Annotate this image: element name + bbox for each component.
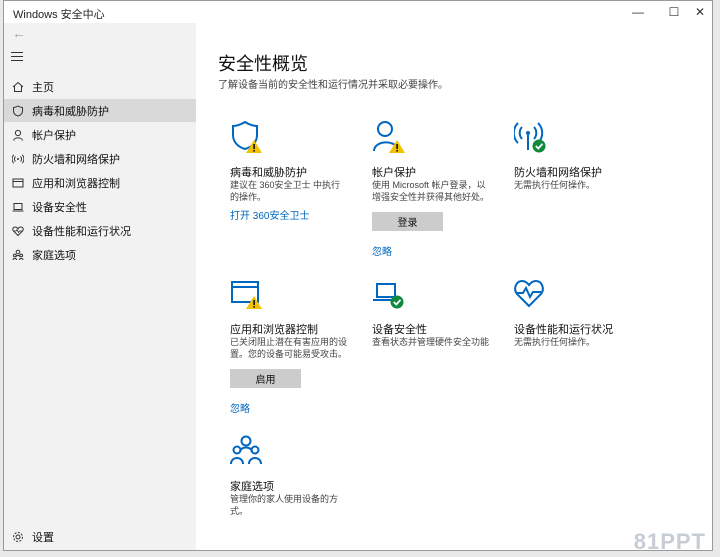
open-360-link[interactable]: 打开 360安全卫士 bbox=[230, 207, 309, 222]
maximize-button[interactable]: ☐ bbox=[660, 1, 688, 23]
sidebar-item-label: 病毒和威胁防护 bbox=[32, 105, 109, 118]
minimize-button[interactable]: — bbox=[624, 1, 652, 23]
sidebar-item-label: 主页 bbox=[32, 81, 54, 94]
tile-description: 已关闭阻止潜在有害应用的设置。您的设备可能易受攻击。 bbox=[230, 337, 348, 359]
gear-icon bbox=[12, 531, 24, 543]
watermark: 81PPT bbox=[633, 529, 706, 554]
laptop-icon bbox=[12, 201, 24, 213]
close-button[interactable]: ✕ bbox=[686, 1, 714, 23]
shield-warning-icon bbox=[230, 120, 264, 154]
tile-firewall[interactable]: 防火墙和网络保护 无需执行任何操作。 bbox=[503, 112, 638, 260]
enable-button[interactable]: 启用 bbox=[230, 369, 301, 388]
sidebar-item-virus-protection[interactable]: 病毒和威胁防护 bbox=[4, 99, 196, 122]
window-title: Windows 安全中心 bbox=[13, 9, 105, 21]
tile-title: 帐户保护 bbox=[372, 167, 416, 179]
title-bar[interactable]: Windows 安全中心 — ☐ ✕ bbox=[4, 1, 712, 23]
sidebar-item-label: 设备性能和运行状况 bbox=[32, 225, 131, 238]
laptop-ok-icon bbox=[372, 277, 406, 311]
tile-device-health[interactable]: 设备性能和运行状况 无需执行任何操作。 bbox=[503, 269, 638, 417]
page-title: 安全性概览 bbox=[218, 54, 308, 74]
sidebar-item-label: 应用和浏览器控制 bbox=[32, 177, 120, 190]
tile-description: 无需执行任何操作。 bbox=[514, 337, 596, 347]
shield-icon bbox=[12, 104, 24, 117]
dismiss-link[interactable]: 忽略 bbox=[372, 243, 392, 258]
menu-icon[interactable] bbox=[11, 52, 23, 61]
sidebar-item-label: 帐户保护 bbox=[32, 129, 76, 142]
tile-device-security[interactable]: 设备安全性 查看状态并管理硬件安全功能 bbox=[361, 269, 496, 417]
person-icon bbox=[12, 129, 24, 141]
sidebar-item-label: 家庭选项 bbox=[32, 249, 76, 262]
tile-description: 建议在 360安全卫士 中执行的操作。 bbox=[230, 180, 341, 202]
sign-in-button[interactable]: 登录 bbox=[372, 212, 443, 231]
sidebar-item-firewall[interactable]: 防火墙和网络保护 bbox=[4, 147, 196, 170]
sidebar-item-app-browser[interactable]: 应用和浏览器控制 bbox=[4, 171, 196, 194]
tile-title: 病毒和威胁防护 bbox=[230, 167, 307, 179]
browser-warning-icon bbox=[230, 277, 264, 311]
family-icon bbox=[230, 434, 264, 468]
main-content: 安全性概览 了解设备当前的安全性和运行情况并采取必要操作。 病毒和威胁防护 建议… bbox=[196, 23, 712, 550]
network-ok-icon bbox=[512, 120, 548, 154]
heart-pulse-icon bbox=[12, 225, 24, 237]
sidebar-item-device-security[interactable]: 设备安全性 bbox=[4, 195, 196, 218]
tile-title: 防火墙和网络保护 bbox=[514, 167, 602, 179]
heart-pulse-icon bbox=[514, 277, 548, 311]
sidebar-item-label: 防火墙和网络保护 bbox=[32, 153, 120, 166]
sidebar-item-label: 设置 bbox=[32, 531, 54, 544]
tile-account-protection[interactable]: 帐户保护 使用 Microsoft 帐户登录，以增强安全性并获得其他好处。 登录… bbox=[361, 112, 496, 260]
sidebar-item-label: 设备安全性 bbox=[32, 201, 87, 214]
sidebar-item-device-health[interactable]: 设备性能和运行状况 bbox=[4, 219, 196, 242]
sidebar-item-home[interactable]: 主页 bbox=[4, 75, 196, 98]
sidebar: ← 主页 病毒和威胁防护 帐户保护 防火墙和网络保护 应用和浏览器控制 设备安全… bbox=[4, 23, 196, 550]
family-icon bbox=[12, 249, 24, 261]
dismiss-link[interactable]: 忽略 bbox=[230, 400, 250, 415]
tile-title: 设备性能和运行状况 bbox=[514, 324, 613, 336]
tile-description: 查看状态并管理硬件安全功能 bbox=[372, 337, 490, 347]
tile-title: 设备安全性 bbox=[372, 324, 427, 336]
sidebar-item-family[interactable]: 家庭选项 bbox=[4, 243, 196, 266]
tile-family-options[interactable]: 家庭选项 管理你的家人使用设备的方式。 bbox=[219, 426, 354, 550]
app-window: Windows 安全中心 — ☐ ✕ ← 主页 病毒和威胁防护 帐户保护 防火墙… bbox=[3, 0, 713, 551]
page-subtitle: 了解设备当前的安全性和运行情况并采取必要操作。 bbox=[218, 80, 448, 91]
tile-description: 无需执行任何操作。 bbox=[514, 180, 596, 190]
tile-title: 家庭选项 bbox=[230, 481, 274, 493]
network-signal-icon bbox=[12, 153, 24, 165]
person-warning-icon bbox=[372, 120, 406, 154]
browser-window-icon bbox=[12, 177, 24, 189]
back-arrow-icon[interactable]: ← bbox=[12, 25, 26, 41]
sidebar-item-account-protection[interactable]: 帐户保护 bbox=[4, 123, 196, 146]
sidebar-item-settings[interactable]: 设置 bbox=[4, 525, 196, 548]
tile-description: 使用 Microsoft 帐户登录，以增强安全性并获得其他好处。 bbox=[372, 180, 490, 202]
tile-title: 应用和浏览器控制 bbox=[230, 324, 318, 336]
home-icon bbox=[12, 81, 24, 93]
tile-description: 管理你的家人使用设备的方式。 bbox=[230, 494, 339, 516]
tile-virus-protection[interactable]: 病毒和威胁防护 建议在 360安全卫士 中执行的操作。 打开 360安全卫士 bbox=[219, 112, 354, 260]
tile-app-browser-control[interactable]: 应用和浏览器控制 已关闭阻止潜在有害应用的设置。您的设备可能易受攻击。 启用 忽… bbox=[219, 269, 354, 417]
